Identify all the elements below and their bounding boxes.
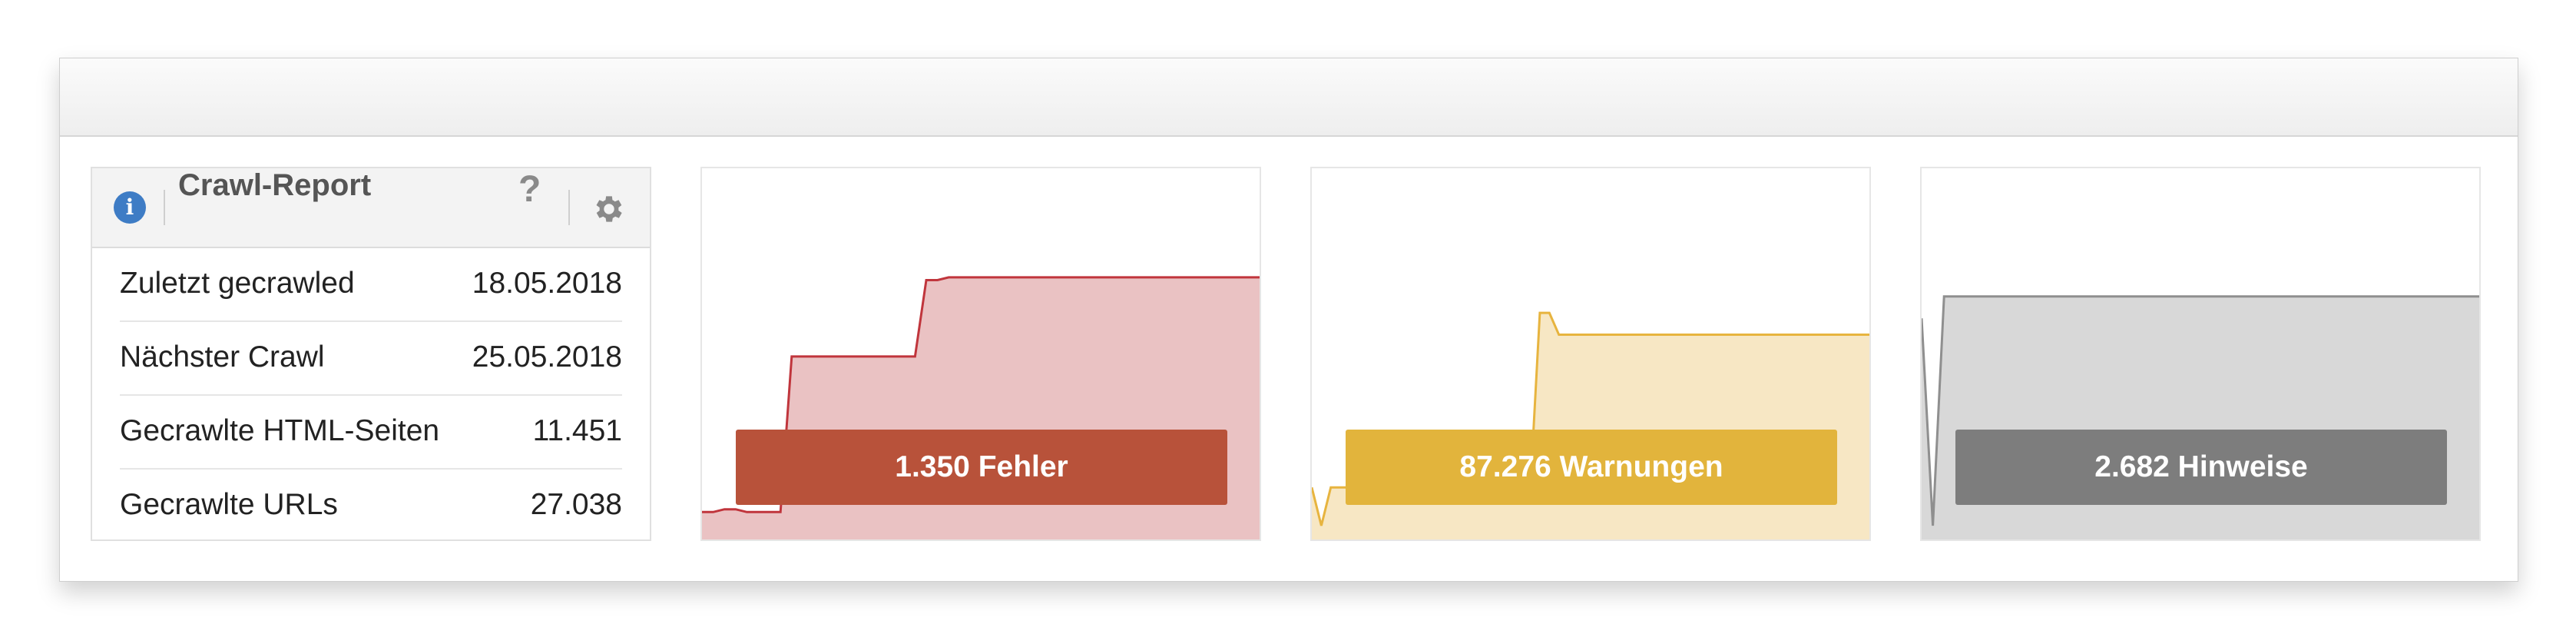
- crawl-panel: i Crawl-Report ? Zuletzt gecrawled 18.05…: [59, 58, 2518, 582]
- report-row-last-crawl: Zuletzt gecrawled 18.05.2018: [120, 247, 622, 322]
- report-title: Crawl-Report: [178, 168, 372, 202]
- header-divider: [568, 190, 570, 225]
- gear-icon[interactable]: [591, 191, 627, 227]
- warnings-badge[interactable]: 87.276 Warnungen: [1346, 430, 1837, 505]
- sparkline-area: [1312, 313, 1869, 539]
- info-icon[interactable]: i: [114, 191, 146, 224]
- report-row-html-pages: Gecrawlte HTML-Seiten 11.451: [120, 394, 622, 470]
- hints-badge[interactable]: 2.682 Hinweise: [1955, 430, 2447, 505]
- row-value: 18.05.2018: [472, 267, 622, 300]
- panel-header: [60, 58, 2518, 137]
- header-divider: [164, 190, 165, 225]
- row-value: 25.05.2018: [472, 340, 622, 373]
- row-value: 11.451: [532, 414, 622, 447]
- crawl-report-card: i Crawl-Report ? Zuletzt gecrawled 18.05…: [91, 167, 651, 541]
- report-row-next-crawl: Nächster Crawl 25.05.2018: [120, 320, 622, 396]
- report-row-urls: Gecrawlte URLs 27.038: [120, 468, 622, 542]
- crawl-report-header: i Crawl-Report ?: [92, 168, 650, 248]
- row-label: Gecrawlte HTML-Seiten: [120, 414, 440, 447]
- row-label: Nächster Crawl: [120, 340, 325, 373]
- errors-badge[interactable]: 1.350 Fehler: [736, 430, 1227, 505]
- errors-chart-card[interactable]: 1.350 Fehler: [700, 167, 1261, 541]
- row-label: Zuletzt gecrawled: [120, 267, 355, 300]
- hints-chart-card[interactable]: 2.682 Hinweise: [1920, 167, 2481, 541]
- row-value: 27.038: [530, 488, 622, 521]
- question-icon[interactable]: ?: [518, 168, 541, 211]
- warnings-chart-card[interactable]: 87.276 Warnungen: [1310, 167, 1871, 541]
- row-label: Gecrawlte URLs: [120, 488, 338, 521]
